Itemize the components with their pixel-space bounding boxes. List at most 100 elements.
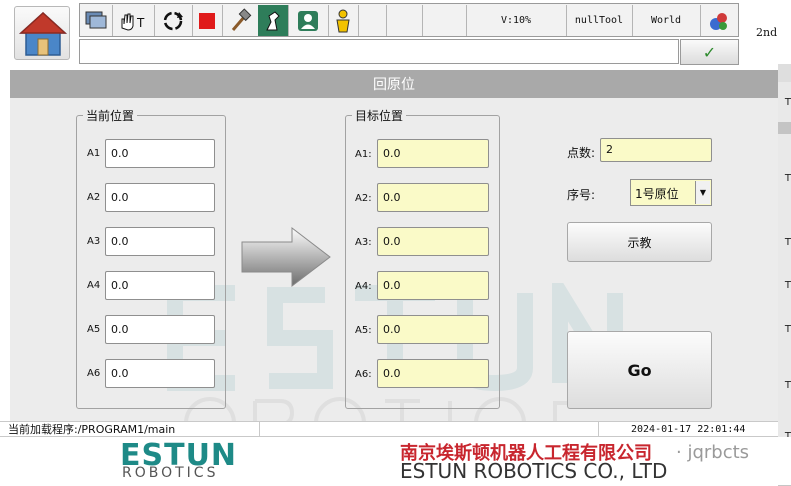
- velocity-value: V:10%: [500, 15, 532, 26]
- side-tab[interactable]: T: [778, 134, 791, 223]
- stop-icon: [199, 12, 215, 29]
- current-a6-field[interactable]: 0.0: [105, 359, 215, 388]
- tool-button[interactable]: [222, 5, 259, 36]
- go-button[interactable]: Go: [567, 331, 712, 409]
- side-tab[interactable]: T: [778, 308, 791, 351]
- status-divider: [259, 422, 260, 437]
- robot-status-icon: [710, 12, 727, 30]
- confirm-button[interactable]: ✓: [680, 39, 739, 65]
- main-panel: 当前位置 A1 0.0 A2 0.0 A3 0.0 A4 0.0 A5 0.0 …: [10, 98, 778, 449]
- coord-value: World: [650, 15, 682, 26]
- toolbar: T V:10% nullTool World: [79, 3, 739, 37]
- status-divider: [598, 422, 599, 437]
- current-a4-field[interactable]: 0.0: [105, 271, 215, 300]
- tool-value: nullTool: [574, 15, 624, 26]
- user-button[interactable]: [288, 5, 329, 36]
- teach-button-label: 示教: [627, 235, 652, 250]
- arrow-right-icon: [241, 226, 331, 288]
- target-a1-field[interactable]: 0.0: [377, 139, 489, 168]
- person-button[interactable]: [328, 5, 359, 36]
- points-field[interactable]: 2: [600, 138, 712, 162]
- axis-label: A6:: [355, 369, 372, 380]
- current-position-label: 当前位置: [83, 107, 138, 124]
- watermark-handle: jqrbcts: [687, 442, 750, 463]
- axis-label: A5:: [355, 325, 372, 336]
- cycle-icon: [163, 11, 183, 30]
- robot-arm-icon: [266, 10, 280, 30]
- home-button[interactable]: [14, 6, 70, 60]
- page-title-text: 回原位: [373, 77, 415, 93]
- index-select-value: 1号原位: [635, 187, 679, 201]
- side-tab-label: T: [784, 380, 791, 391]
- axis-label: A4:: [355, 281, 372, 292]
- axis-label: A4: [87, 280, 101, 291]
- page-title: 回原位: [10, 70, 778, 98]
- monitor-icon: [85, 11, 107, 28]
- cycle-mode-button[interactable]: [154, 5, 193, 36]
- target-a5-field[interactable]: 0.0: [377, 315, 489, 344]
- current-a2-field[interactable]: 0.0: [105, 183, 215, 212]
- side-tab[interactable]: T: [778, 350, 791, 422]
- side-tab[interactable]: T: [778, 262, 791, 309]
- watermark-text: · jqrbcts: [676, 442, 750, 463]
- current-a3-field[interactable]: 0.0: [105, 227, 215, 256]
- side-tab[interactable]: T: [778, 222, 791, 263]
- axis-label: A2:: [355, 193, 372, 204]
- stop-button[interactable]: [192, 5, 223, 36]
- operator-icon: [298, 10, 318, 31]
- status-datetime: 2024-01-17 22:01:44: [631, 424, 746, 435]
- velocity-display[interactable]: V:10%: [466, 5, 567, 36]
- current-a5-field[interactable]: 0.0: [105, 315, 215, 344]
- robot-status-button[interactable]: [700, 5, 738, 36]
- side-tab-label: T: [784, 96, 791, 108]
- axis-label: A2: [87, 192, 101, 203]
- side-tab-strip: T T T T T T: [778, 64, 791, 422]
- dropdown-toggle[interactable]: ▼: [695, 181, 710, 204]
- company-name-en: ESTUN ROBOTICS CO., LTD: [400, 459, 668, 483]
- monitor-button[interactable]: [80, 5, 113, 36]
- toolbar-spacer-3: [422, 5, 467, 36]
- home-icon: [19, 11, 67, 56]
- target-position-group: 目标位置 A1: 0.0 A2: 0.0 A3: 0.0 A4: 0.0 A5:…: [345, 107, 500, 409]
- tool-display[interactable]: nullTool: [566, 5, 633, 36]
- target-a3-field[interactable]: 0.0: [377, 227, 489, 256]
- index-select[interactable]: 1号原位 ▼: [630, 179, 712, 206]
- footer-brand: ESTUN ROBOTICS 南京埃斯顿机器人工程有限公司 ESTUN ROBO…: [0, 437, 791, 485]
- side-tab-label: T: [784, 323, 791, 335]
- axis-label: A1:: [355, 149, 372, 160]
- checkmark-icon: ✓: [702, 42, 717, 62]
- status-bar: 当前加载程序:/PROGRAM1/main 2024-01-17 22:01:4…: [0, 421, 778, 437]
- side-tab[interactable]: T: [778, 82, 791, 123]
- side-tab-label: T: [784, 172, 791, 184]
- target-a4-field[interactable]: 0.0: [377, 271, 489, 300]
- coord-display[interactable]: World: [632, 5, 701, 36]
- axis-label: A3:: [355, 237, 372, 248]
- robot-arm-button[interactable]: [258, 5, 289, 36]
- target-a6-field[interactable]: 0.0: [377, 359, 489, 388]
- caret-down-icon: ▼: [699, 188, 707, 197]
- target-a2-field[interactable]: 0.0: [377, 183, 489, 212]
- go-button-label: Go: [627, 360, 652, 380]
- target-position-label: 目标位置: [352, 107, 407, 124]
- toolbar-spacer-2: [386, 5, 423, 36]
- side-tab-label: T: [784, 279, 791, 291]
- svg-text:T: T: [136, 16, 145, 30]
- teach-button[interactable]: 示教: [567, 222, 712, 262]
- index-label: 序号:: [567, 188, 596, 202]
- loaded-program: 当前加载程序:/PROGRAM1/main: [8, 423, 176, 436]
- jog-mode-button[interactable]: T: [112, 5, 155, 36]
- axis-label: A3: [87, 236, 101, 247]
- toolbar-spacer-1: [358, 5, 387, 36]
- axis-label: A1: [87, 148, 101, 159]
- points-label: 点数:: [567, 146, 596, 160]
- axis-label: A5: [87, 324, 101, 335]
- mode-label: 2nd: [756, 26, 778, 39]
- hammer-icon: [231, 7, 252, 31]
- current-position-group: 当前位置 A1 0.0 A2 0.0 A3 0.0 A4 0.0 A5 0.0 …: [76, 107, 226, 409]
- command-input[interactable]: [79, 39, 679, 64]
- hand-jog-icon: T: [121, 13, 145, 31]
- side-tab-label: T: [784, 236, 791, 248]
- axis-label: A6: [87, 368, 101, 379]
- current-a1-field[interactable]: 0.0: [105, 139, 215, 168]
- worker-icon: [336, 9, 350, 32]
